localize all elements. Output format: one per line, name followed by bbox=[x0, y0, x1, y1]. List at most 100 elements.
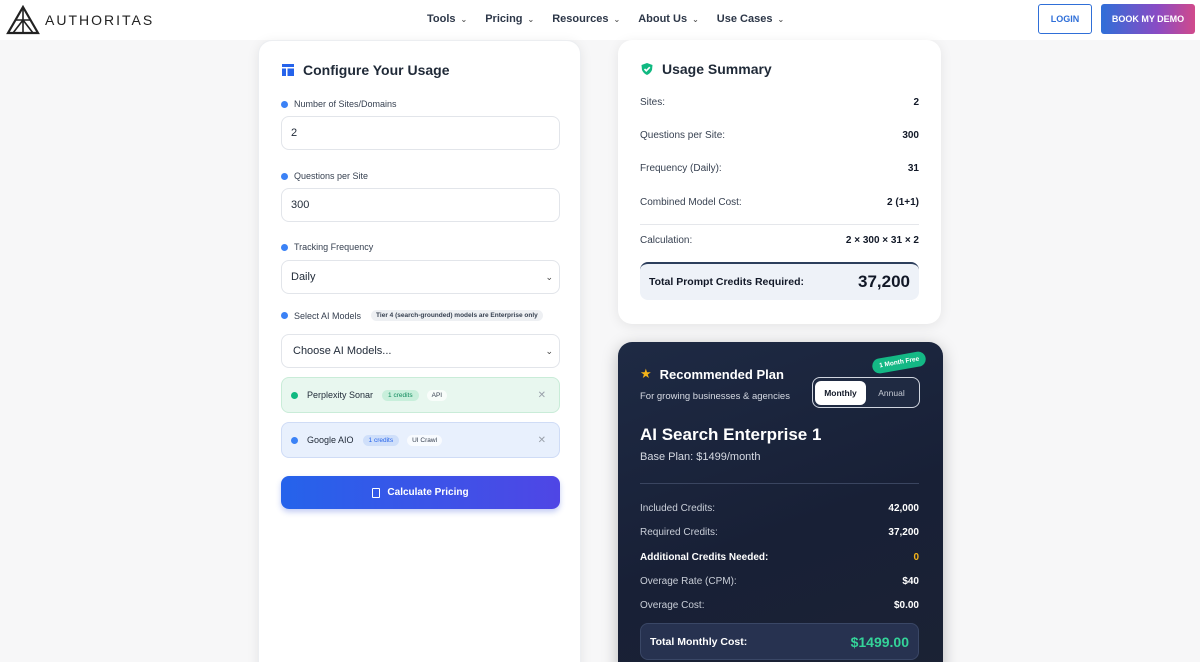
plan-row-additional: Additional Credits Needed: 0 bbox=[640, 552, 919, 563]
plan-row-overage-cost: Overage Cost: $0.00 bbox=[640, 600, 919, 611]
row-label: Overage Rate (CPM): bbox=[640, 576, 737, 587]
remove-model-icon[interactable]: ✕ bbox=[538, 390, 546, 401]
plan-row-required: Required Credits: 37,200 bbox=[640, 527, 919, 538]
shield-check-icon bbox=[641, 63, 653, 75]
sites-label-text: Number of Sites/Domains bbox=[294, 99, 397, 109]
menu-label: Tools bbox=[427, 13, 456, 25]
frequency-value: Daily bbox=[291, 271, 316, 283]
row-label: Frequency (Daily): bbox=[640, 163, 722, 174]
menu-use-cases[interactable]: Use Cases ⌄ bbox=[717, 13, 784, 25]
row-label: Additional Credits Needed: bbox=[640, 552, 769, 563]
row-label: Required Credits: bbox=[640, 527, 718, 538]
menu-label: Pricing bbox=[485, 13, 523, 25]
chevron-down-icon: ⌄ bbox=[777, 14, 785, 24]
selected-model-perplexity: Perplexity Sonar 1 credits API ✕ bbox=[281, 377, 560, 413]
menu-tools[interactable]: Tools ⌄ bbox=[427, 13, 467, 25]
row-label: Included Credits: bbox=[640, 503, 716, 514]
authoritas-logo-icon bbox=[6, 5, 40, 35]
menu-pricing[interactable]: Pricing ⌄ bbox=[485, 13, 534, 25]
plan-subtitle: For growing businesses & agencies bbox=[640, 391, 790, 402]
total-credits-box: Total Prompt Credits Required: 37,200 bbox=[640, 262, 919, 300]
summary-title: Usage Summary bbox=[640, 61, 772, 77]
total-credits-label: Total Prompt Credits Required: bbox=[649, 276, 804, 288]
questions-input[interactable]: 300 bbox=[281, 188, 560, 222]
menu-label: Resources bbox=[552, 13, 609, 25]
row-label: Calculation: bbox=[640, 235, 693, 246]
total-monthly-label: Total Monthly Cost: bbox=[650, 635, 748, 648]
row-value: $40 bbox=[902, 576, 919, 587]
chevron-down-icon: ⌄ bbox=[460, 14, 468, 24]
free-month-badge: 1 Month Free bbox=[871, 350, 928, 375]
frequency-label: Tracking Frequency bbox=[281, 242, 373, 252]
row-value: 2 × 300 × 31 × 2 bbox=[845, 235, 919, 246]
sites-input[interactable]: 2 bbox=[281, 116, 560, 150]
chevron-down-icon: ⌄ bbox=[692, 14, 699, 24]
star-icon: ★ bbox=[640, 366, 652, 381]
toggle-annual[interactable]: Annual bbox=[866, 381, 917, 405]
row-value: 42,000 bbox=[888, 503, 919, 514]
models-select[interactable]: Choose AI Models... ⌄ bbox=[281, 334, 560, 368]
summary-row-model-cost: Combined Model Cost: 2 (1+1) bbox=[640, 197, 919, 208]
chevron-down-icon: ⌄ bbox=[613, 14, 621, 24]
models-placeholder: Choose AI Models... bbox=[293, 345, 392, 357]
summary-row-calculation: Calculation: 2 × 300 × 31 × 2 bbox=[640, 235, 919, 246]
remove-model-icon[interactable]: ✕ bbox=[538, 435, 546, 446]
plan-name: AI Search Enterprise 1 bbox=[640, 425, 822, 444]
questions-label-text: Questions per Site bbox=[294, 171, 369, 181]
divider bbox=[640, 224, 919, 225]
menu-label: About Us bbox=[638, 13, 688, 25]
row-label: Questions per Site: bbox=[640, 130, 726, 141]
top-navigation: AUTHORITAS Tools ⌄ Pricing ⌄ Resources ⌄ Ab… bbox=[0, 0, 1200, 40]
credits-badge: 1 credits bbox=[362, 434, 400, 446]
calculator-icon bbox=[372, 487, 381, 498]
model-name: Google AIO bbox=[307, 435, 354, 445]
menu-resources[interactable]: Resources ⌄ bbox=[552, 13, 620, 25]
plan-row-overage-rate: Overage Rate (CPM): $40 bbox=[640, 576, 919, 587]
chevron-down-icon: ⌄ bbox=[545, 346, 553, 356]
model-tag-badge: UI Crawl bbox=[407, 434, 443, 446]
menu-about-us[interactable]: About Us ⌄ bbox=[638, 13, 699, 25]
row-label: Overage Cost: bbox=[640, 600, 705, 611]
configure-title: Configure Your Usage bbox=[281, 62, 450, 78]
total-monthly-value: $1499.00 bbox=[850, 633, 909, 650]
globe-icon bbox=[281, 100, 288, 108]
chevron-down-icon: ⌄ bbox=[545, 272, 553, 282]
clock-icon bbox=[281, 243, 288, 251]
row-value: 2 bbox=[913, 97, 919, 108]
plan-heading-text: Recommended Plan bbox=[659, 366, 784, 382]
configure-usage-card: Configure Your Usage Number of Sites/Dom… bbox=[258, 40, 581, 662]
login-button[interactable]: LOGIN bbox=[1038, 4, 1092, 34]
recommended-plan-card: 1 Month Free ★ Recommended Plan For grow… bbox=[618, 342, 943, 662]
status-dot-icon bbox=[291, 391, 298, 399]
models-label: Select AI Models Tier 4 (search-grounded… bbox=[281, 310, 543, 321]
questions-label: Questions per Site bbox=[281, 171, 368, 181]
frequency-label-text: Tracking Frequency bbox=[294, 242, 374, 252]
selected-model-google-aio: Google AIO 1 credits UI Crawl ✕ bbox=[281, 422, 560, 458]
model-name: Perplexity Sonar bbox=[307, 390, 374, 400]
total-monthly-cost-box: Total Monthly Cost: $1499.00 bbox=[640, 623, 919, 660]
row-value: 300 bbox=[902, 130, 919, 141]
chevron-down-icon: ⌄ bbox=[527, 14, 535, 24]
robot-icon bbox=[281, 312, 288, 319]
summary-title-text: Usage Summary bbox=[662, 61, 772, 77]
menu-label: Use Cases bbox=[716, 13, 773, 25]
summary-row-questions: Questions per Site: 300 bbox=[640, 130, 919, 141]
row-value: 37,200 bbox=[888, 527, 919, 538]
divider bbox=[640, 483, 919, 484]
models-label-text: Select AI Models bbox=[294, 310, 362, 321]
row-label: Combined Model Cost: bbox=[640, 197, 742, 208]
model-tag-badge: API bbox=[426, 389, 448, 401]
configure-title-text: Configure Your Usage bbox=[303, 62, 450, 78]
toggle-monthly[interactable]: Monthly bbox=[815, 380, 866, 405]
sites-label: Number of Sites/Domains bbox=[281, 99, 397, 109]
row-label: Sites: bbox=[640, 97, 666, 108]
layout-icon bbox=[282, 64, 294, 76]
book-demo-button[interactable]: BOOK MY DEMO bbox=[1101, 4, 1195, 34]
enterprise-note-badge: Tier 4 (search-grounded) models are Ente… bbox=[371, 310, 543, 321]
total-credits-value: 37,200 bbox=[858, 272, 910, 291]
logo-text: AUTHORITAS bbox=[45, 12, 155, 28]
question-icon bbox=[281, 172, 288, 180]
calculate-pricing-button[interactable]: Calculate Pricing bbox=[281, 476, 560, 509]
logo[interactable]: AUTHORITAS bbox=[6, 5, 154, 35]
frequency-select[interactable]: Daily ⌄ bbox=[281, 260, 560, 294]
